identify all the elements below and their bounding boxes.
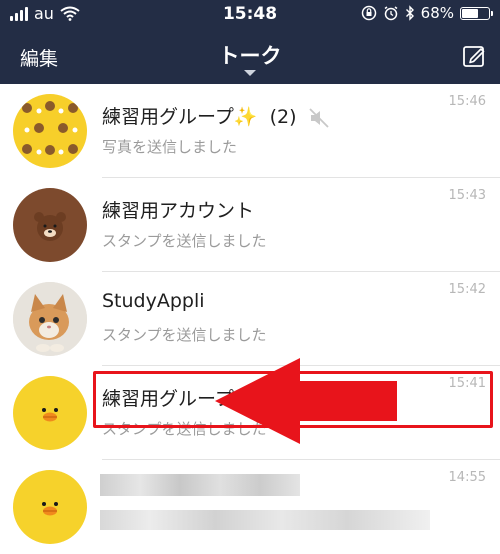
avatar [13,188,87,262]
chat-row[interactable]: 14:55 [0,460,500,554]
avatar [13,376,87,450]
status-bar: au 15:48 68% [0,0,500,28]
timestamp: 14:55 [448,470,486,485]
avatar [13,94,87,168]
timestamp: 15:42 [448,282,486,297]
chat-row[interactable]: StudyAppli スタンプを送信しました 15:42 [0,272,500,366]
chat-name: StudyAppli [102,290,205,312]
bluetooth-icon [405,5,414,21]
battery-icon [460,6,493,20]
last-message: 写真を送信しました [102,138,238,156]
battery-percent: 68% [420,4,454,22]
chat-row[interactable]: 練習用グループ✨ (2) 写真を送信しました 15:46 [0,84,500,178]
battery-fill [462,8,478,18]
timestamp: 15:43 [448,188,486,203]
header: 編集 トーク [0,28,500,84]
lock-rotation-icon [361,5,376,21]
status-right: 68% [361,4,493,22]
unread-count: (2) [269,106,297,128]
last-message: スタンプを送信しました [102,232,267,250]
avatar [13,282,87,356]
compose-icon[interactable] [462,44,486,68]
page-title[interactable]: トーク [0,40,500,70]
avatar [13,470,87,544]
last-message: スタンプを送信しました [102,326,267,344]
mute-icon [308,107,329,128]
chat-row[interactable]: 練習用アカウント スタンプを送信しました 15:43 [0,178,500,272]
timestamp: 15:46 [448,94,486,109]
chevron-down-icon[interactable] [244,70,256,76]
chat-name: 練習用アカウント [102,200,255,222]
chat-name: 練習用グループ✨ (2) [102,102,331,129]
alarm-icon [384,6,398,21]
chat-name-text: 練習用グループ✨ [102,106,258,128]
annotation-arrow [215,358,397,444]
